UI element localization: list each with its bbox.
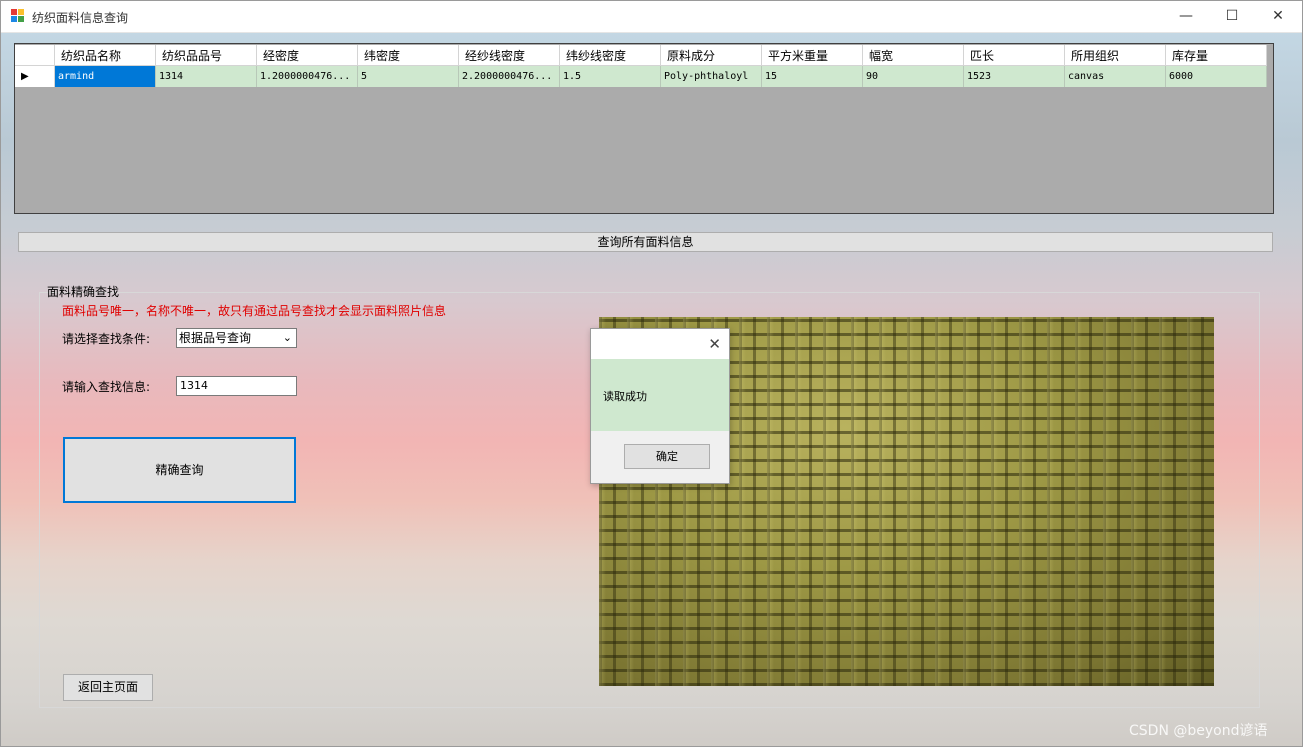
condition-label: 请选择查找条件: [62, 332, 151, 346]
current-row-indicator[interactable]: ▶ [15, 65, 55, 87]
info-label: 请输入查找信息: [62, 380, 151, 394]
group-title: 面料精确查找 [47, 285, 120, 299]
message-dialog: ✕ 读取成功 确定 [590, 328, 730, 484]
grid-cell[interactable]: 1.5 [559, 65, 661, 87]
table-row[interactable]: ▶ armind 1314 1.2000000476... 5 2.200000… [15, 65, 1267, 87]
query-all-button[interactable]: 查询所有面料信息 [18, 232, 1273, 252]
back-to-main-button[interactable]: 返回主页面 [63, 674, 153, 701]
window-title: 纺织面料信息查询 [32, 11, 129, 25]
grid-table: 纺织品名称 纺织品品号 经密度 纬密度 经纱线密度 纬纱线密度 原料成分 平方米… [15, 45, 1267, 87]
minimize-button[interactable]: — [1163, 1, 1209, 32]
column-header[interactable]: 经纱线密度 [458, 45, 560, 66]
grid-cell[interactable]: armind [54, 65, 156, 87]
grid-cell[interactable]: 6000 [1165, 65, 1267, 87]
grid-cell[interactable]: 15 [761, 65, 863, 87]
column-header[interactable]: 幅宽 [862, 45, 964, 66]
column-header[interactable]: 纺织品名称 [54, 45, 156, 66]
column-header[interactable]: 匹长 [963, 45, 1065, 66]
grid-cell[interactable]: 1314 [155, 65, 257, 87]
column-header[interactable]: 纺织品品号 [155, 45, 257, 66]
chevron-down-icon: ⌄ [282, 331, 292, 344]
column-header[interactable]: 所用组织 [1064, 45, 1166, 66]
column-header[interactable]: 平方米重量 [761, 45, 863, 66]
close-button[interactable]: ✕ [1255, 1, 1301, 32]
watermark-text: CSDN @beyond谚语 [1129, 723, 1268, 739]
column-header[interactable]: 纬密度 [357, 45, 459, 66]
app-icon [11, 9, 24, 22]
column-header[interactable]: 经密度 [256, 45, 358, 66]
column-header[interactable]: 原料成分 [660, 45, 762, 66]
search-info-input[interactable]: 1314 [176, 376, 297, 396]
grid-header-row: 纺织品名称 纺织品品号 经密度 纬密度 经纱线密度 纬纱线密度 原料成分 平方米… [15, 45, 1267, 66]
fabric-data-grid[interactable]: 纺织品名称 纺织品品号 经密度 纬密度 经纱线密度 纬纱线密度 原料成分 平方米… [14, 43, 1274, 214]
condition-select[interactable]: 根据品号查询 ⌄ [176, 328, 297, 348]
dialog-close-icon[interactable]: ✕ [708, 335, 721, 353]
grid-cell[interactable]: 1523 [963, 65, 1065, 87]
column-header[interactable]: 纬纱线密度 [559, 45, 661, 66]
grid-cell[interactable]: 90 [862, 65, 964, 87]
search-note: 面料品号唯一，名称不唯一，故只有通过品号查找才会显示面料照片信息 [62, 304, 447, 318]
grid-cell[interactable]: 5 [357, 65, 459, 87]
grid-cell[interactable]: 1.2000000476... [256, 65, 358, 87]
maximize-button[interactable]: ☐ [1209, 1, 1255, 32]
row-header-corner [15, 45, 55, 66]
condition-select-value: 根据品号查询 [179, 331, 252, 345]
main-window: 纺织面料信息查询 — ☐ ✕ 纺织品名称 纺织品品号 经密度 纬密度 经纱线密度… [0, 0, 1303, 747]
grid-cell[interactable]: 2.2000000476... [458, 65, 560, 87]
grid-cell[interactable]: Poly-phthaloyl [660, 65, 762, 87]
dialog-ok-button[interactable]: 确定 [624, 444, 710, 469]
column-header[interactable]: 库存量 [1165, 45, 1267, 66]
grid-cell[interactable]: canvas [1064, 65, 1166, 87]
title-bar[interactable]: 纺织面料信息查询 — ☐ ✕ [1, 1, 1302, 33]
dialog-message: 读取成功 [603, 390, 647, 403]
dialog-body: 读取成功 [591, 359, 729, 431]
exact-search-button[interactable]: 精确查询 [63, 437, 296, 503]
